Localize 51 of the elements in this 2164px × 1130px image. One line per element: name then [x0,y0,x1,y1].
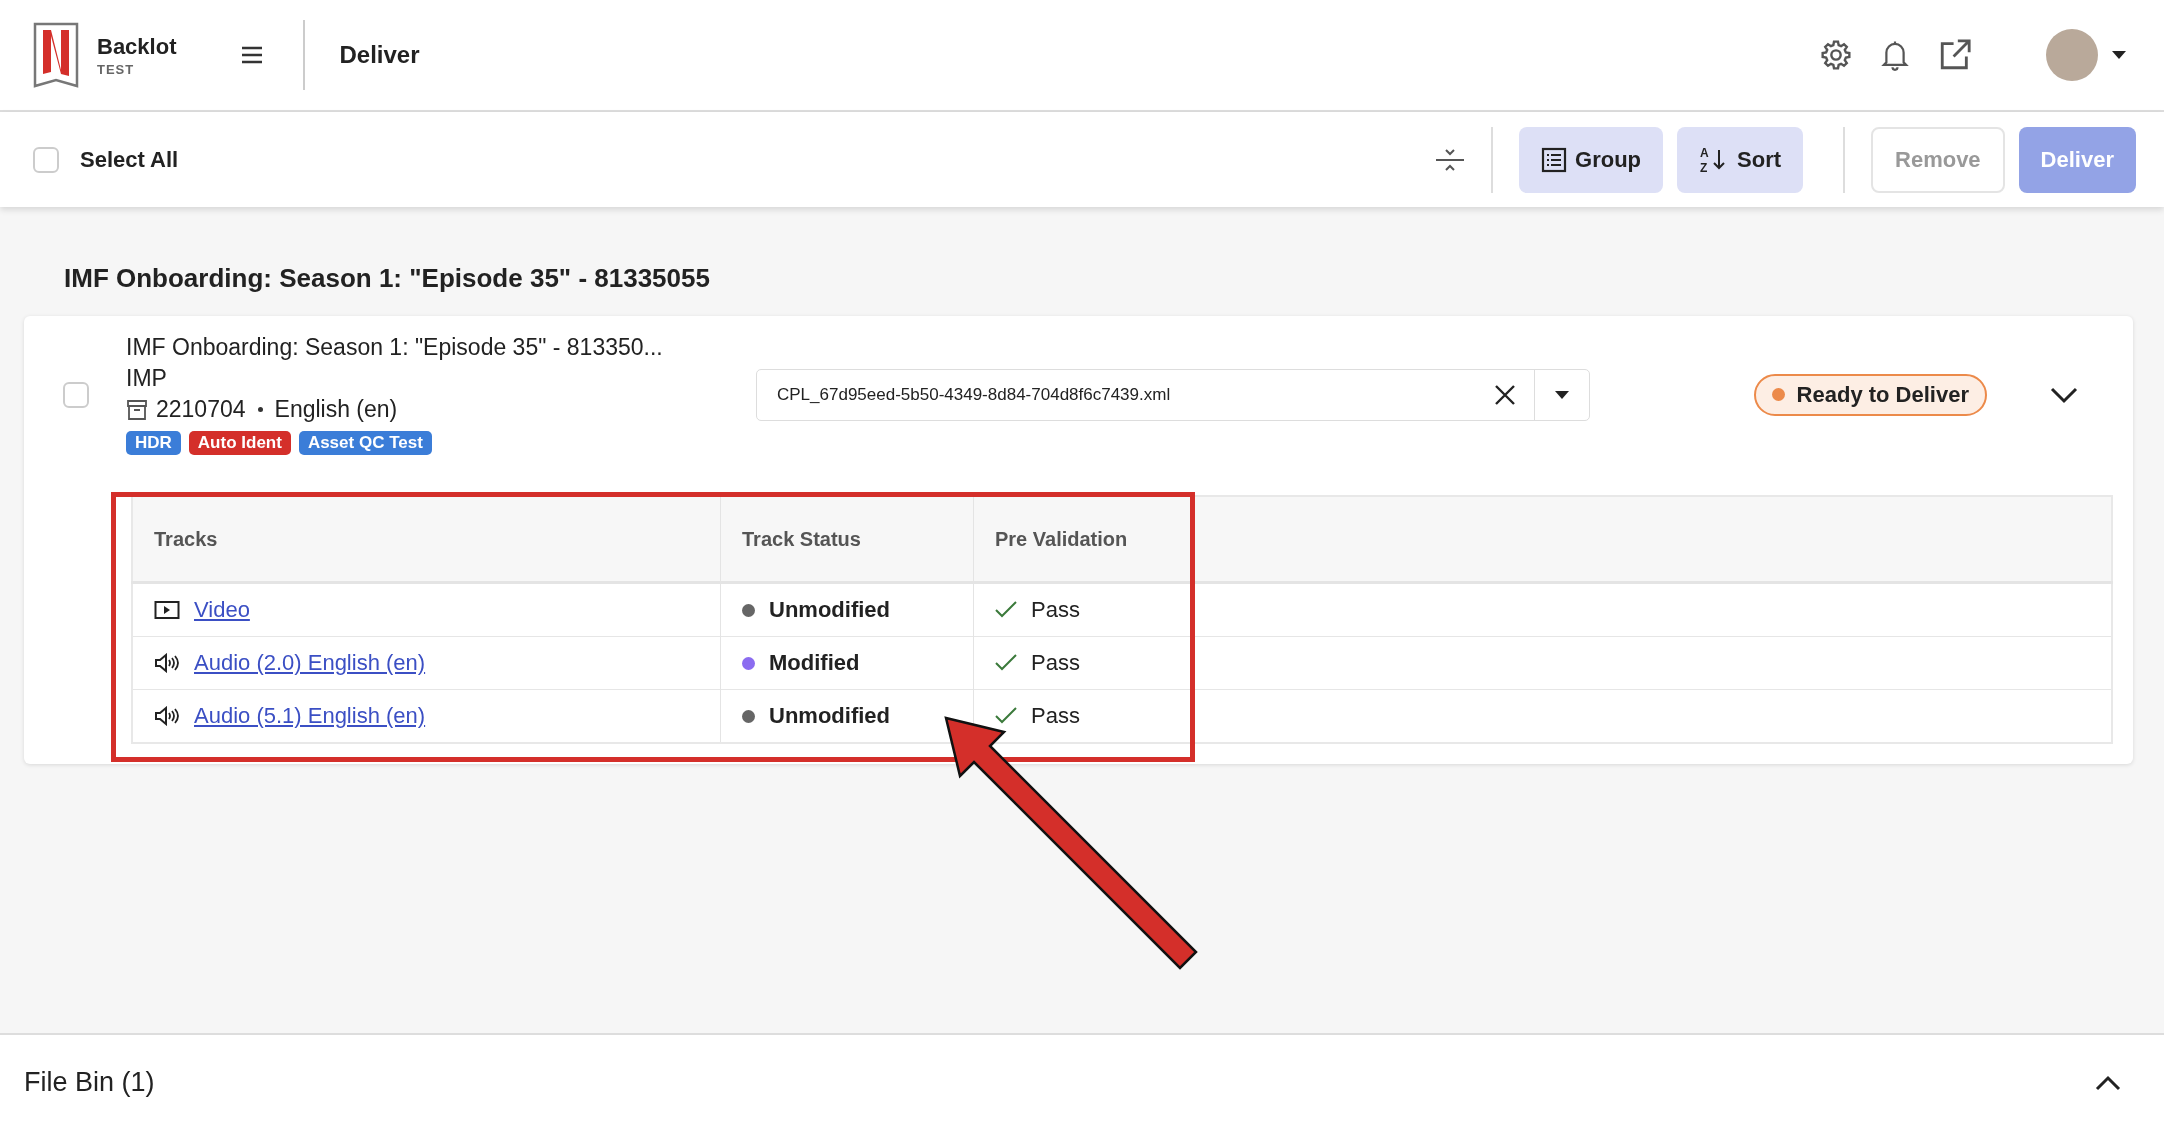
item-checkbox[interactable] [63,381,89,408]
file-bin-title: File Bin (1) [24,1067,155,1098]
cpl-select-field[interactable]: CPL_67d95eed-5b50-4349-8d84-704d8f6c7439.xml [756,368,1590,421]
collapse-icon[interactable] [1435,146,1465,173]
chevron-icon[interactable] [2049,385,2079,404]
check-icon [995,654,1017,672]
tag: HDR [126,431,181,455]
select-all-checkbox[interactable] [33,146,59,173]
select-all-label[interactable]: Select All [80,146,179,173]
bell-icon[interactable] [1880,39,1910,71]
track-link[interactable]: Audio (5.1) English (en) [194,703,426,729]
tag: Auto Ident [188,431,291,455]
asset-id: 2210704 [156,396,246,423]
video-icon [154,600,180,620]
speaker-icon [154,653,180,673]
caret-icon[interactable] [1555,390,1569,399]
app-name: Backlot [97,33,177,60]
validation-result: Pass [1031,597,1080,623]
group-button[interactable]: Group [1519,126,1663,193]
check-icon [995,601,1017,619]
status-label: Ready to Deliver [1796,381,1969,408]
sort-button[interactable]: A Z Sort [1677,126,1803,193]
column-header: Tracks [132,496,721,583]
logo-icon [33,22,79,88]
speaker-icon [154,706,180,726]
environment-label: TEST [97,61,136,77]
section-title: IMF Onboarding: Season 1: "Episode 35" - 81335055 [64,263,711,294]
page-title: Deliver [339,41,420,69]
track-status: Modified [769,650,860,676]
menu-icon[interactable] [241,46,264,64]
chevron-icon[interactable] [2094,1074,2122,1091]
archive-icon [126,398,148,421]
track-link[interactable]: Audio (2.0) English (en) [194,650,426,676]
tag: Asset QC Test [298,431,432,455]
external-link-icon[interactable] [1938,38,1972,72]
validation-result: Pass [1031,703,1080,729]
validation-result: Pass [1031,650,1080,676]
list-icon [1541,146,1567,173]
settings-icon[interactable] [1820,39,1852,71]
clear-icon[interactable] [1493,383,1516,406]
caret-icon[interactable] [2112,51,2126,59]
separator-dot [257,407,263,412]
asset-type: IMP [126,365,168,392]
selected-value: CPL_67d95eed-5b50-4349-8d84-704d8f6c7439.xml [776,384,1172,405]
track-status: Unmodified [769,703,890,729]
column-header: Track Status [720,496,974,583]
track-status: Unmodified [769,597,890,623]
check-icon [995,707,1017,725]
track-link[interactable]: Video [194,597,250,623]
asset-title: IMF Onboarding: Season 1: "Episode 35" - 813350... [126,334,664,361]
asset-language: English (en) [274,396,398,423]
